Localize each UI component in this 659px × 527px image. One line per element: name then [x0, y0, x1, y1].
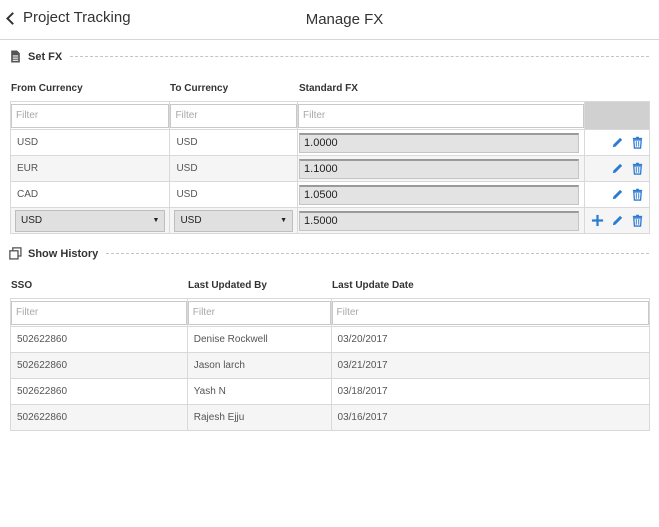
- history-row: 502622860 Jason larch 03/21/2017: [10, 352, 651, 379]
- sso-value: 502622860: [17, 360, 68, 371]
- section-divider: [70, 56, 649, 57]
- row-actions: [585, 214, 649, 227]
- trash-icon[interactable]: [631, 162, 644, 175]
- from-currency-select[interactable]: USD ▼: [15, 209, 166, 232]
- row-actions: [585, 162, 649, 175]
- sso-value: 502622860: [17, 386, 68, 397]
- history-table: 502622860 Denise Rockwell 03/20/2017 502…: [10, 298, 651, 431]
- trash-icon[interactable]: [631, 188, 644, 201]
- plus-icon[interactable]: [591, 214, 604, 227]
- to-currency: USD: [176, 189, 198, 200]
- filter-row: [9, 101, 650, 130]
- from-currency: CAD: [17, 189, 39, 200]
- update-date-value: 03/21/2017: [337, 360, 388, 371]
- to-currency: USD: [176, 137, 198, 148]
- to-currency-filter[interactable]: [170, 103, 298, 128]
- new-fx-row: USD ▼ USD ▼: [9, 207, 650, 234]
- fx-table: USD USD EUR USD CAD USD USD ▼ USD ▼: [9, 101, 650, 234]
- history-section-header[interactable]: Show History: [9, 247, 649, 260]
- sso-value: 502622860: [17, 334, 68, 345]
- app-header: Project Tracking Manage FX: [0, 0, 659, 40]
- pencil-icon[interactable]: [611, 188, 624, 201]
- pencil-icon[interactable]: [611, 162, 624, 175]
- standard-fx-filter[interactable]: [298, 103, 584, 128]
- col-standard-fx: Standard FX: [299, 83, 358, 94]
- to-currency-select[interactable]: USD ▼: [174, 209, 294, 232]
- pencil-icon[interactable]: [611, 214, 624, 227]
- fx-row: CAD USD: [9, 181, 650, 208]
- col-sso: SSO: [11, 280, 33, 291]
- col-last-updated-by: Last Updated By: [188, 280, 267, 291]
- set-fx-label: Set FX: [28, 50, 63, 63]
- sso-filter[interactable]: [11, 300, 187, 325]
- fx-row: EUR USD: [9, 155, 650, 182]
- last-updated-by-filter[interactable]: [187, 300, 331, 325]
- dropdown-arrow-icon: ▼: [280, 217, 288, 224]
- standard-fx-input[interactable]: [299, 158, 580, 179]
- standard-fx-input[interactable]: [299, 184, 580, 205]
- pencil-icon[interactable]: [611, 136, 624, 149]
- history-row: 502622860 Rajesh Ejju 03/16/2017: [10, 404, 651, 431]
- actions-header: [584, 101, 650, 130]
- updated-by-value: Denise Rockwell: [193, 334, 268, 345]
- last-update-date-filter[interactable]: [331, 300, 649, 325]
- col-to-currency: To Currency: [170, 83, 229, 94]
- show-history-label: Show History: [28, 247, 99, 260]
- set-fx-section-header: Set FX: [9, 50, 649, 63]
- history-row: 502622860 Yash N 03/18/2017: [10, 378, 651, 405]
- col-last-update-date: Last Update Date: [332, 280, 414, 291]
- standard-fx-input[interactable]: [299, 132, 580, 153]
- page-title: Manage FX: [305, 11, 384, 28]
- history-row: 502622860 Denise Rockwell 03/20/2017: [10, 326, 651, 353]
- to-currency: USD: [176, 163, 198, 174]
- copy-icon: [9, 247, 22, 260]
- filter-cell: [330, 298, 651, 327]
- filter-cell: [10, 298, 188, 327]
- row-actions: [585, 188, 649, 201]
- updated-by-value: Yash N: [193, 386, 226, 397]
- update-date-value: 03/18/2017: [337, 386, 388, 397]
- document-icon: [11, 50, 20, 63]
- section-divider: [106, 253, 649, 254]
- trash-icon[interactable]: [631, 136, 644, 149]
- filter-cell: [297, 101, 585, 130]
- row-actions: [585, 136, 649, 149]
- update-date-value: 03/16/2017: [337, 412, 388, 423]
- from-currency-filter[interactable]: [11, 103, 170, 128]
- from-currency: USD: [17, 137, 39, 148]
- from-currency: EUR: [17, 163, 39, 174]
- col-from-currency: From Currency: [11, 83, 83, 94]
- trash-icon[interactable]: [631, 214, 644, 227]
- from-currency-select-value: USD: [21, 215, 43, 226]
- fx-row: USD USD: [9, 129, 650, 156]
- filter-row: [10, 298, 651, 327]
- filter-cell: [9, 101, 171, 130]
- update-date-value: 03/20/2017: [337, 334, 388, 345]
- dropdown-arrow-icon: ▼: [152, 217, 160, 224]
- filter-cell: [169, 101, 299, 130]
- filter-cell: [186, 298, 332, 327]
- updated-by-value: Rajesh Ejju: [193, 412, 245, 423]
- to-currency-select-value: USD: [180, 215, 202, 226]
- standard-fx-input[interactable]: [299, 210, 580, 231]
- sso-value: 502622860: [17, 412, 68, 423]
- updated-by-value: Jason larch: [193, 360, 245, 371]
